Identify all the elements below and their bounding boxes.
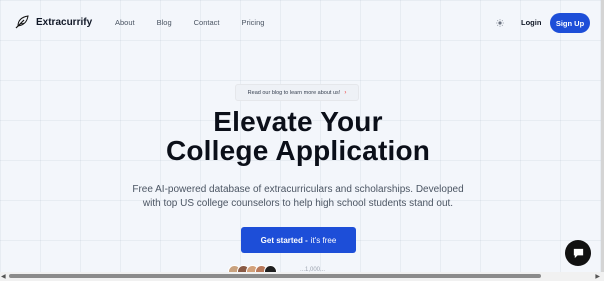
hero-subtitle: Free AI-powered database of extracurricu… <box>0 183 596 211</box>
cta-suffix: it's free <box>310 235 337 245</box>
horizontal-scrollbar[interactable]: ◀ ▶ <box>0 272 604 281</box>
sun-icon[interactable] <box>496 19 504 27</box>
cta-label: Get started - <box>260 235 308 245</box>
nav-link-about[interactable]: About <box>115 18 135 27</box>
scroll-left-icon[interactable]: ◀ <box>1 273 6 280</box>
nav-link-contact[interactable]: Contact <box>194 18 220 27</box>
brand-name: Extracurrify <box>36 16 93 28</box>
scrollbar-thumb[interactable] <box>9 274 541 278</box>
nav-menu: About Blog Contact Pricing <box>115 18 286 27</box>
hero-title-line1: Elevate Your <box>213 106 383 137</box>
scroll-right-icon[interactable]: ▶ <box>595 273 600 280</box>
announcement-text: Read our blog to learn more about us! <box>247 89 341 96</box>
nav-link-pricing[interactable]: Pricing <box>241 18 264 27</box>
arrow-right-icon: › <box>344 89 347 96</box>
chat-widget-button[interactable] <box>565 240 591 266</box>
nav-link-blog[interactable]: Blog <box>157 18 172 27</box>
signup-button[interactable]: Sign Up <box>550 13 590 33</box>
feather-icon <box>15 15 29 29</box>
hero-title: Elevate Your College Application <box>0 107 596 165</box>
get-started-button[interactable]: Get started - it's free <box>241 227 356 253</box>
login-link[interactable]: Login <box>521 18 541 27</box>
chat-bubble-icon <box>573 248 583 258</box>
hero-subtitle-line1: Free AI-powered database of extracurricu… <box>132 184 464 195</box>
announcement-pill[interactable]: Read our blog to learn more about us! › <box>235 84 359 101</box>
hero-title-line2: College Application <box>165 135 431 166</box>
top-navigation: Extracurrify About Blog Contact Pricing … <box>0 0 600 46</box>
hero-subtitle-line2: with top US college counselors to help h… <box>142 198 454 209</box>
brand-logo[interactable]: Extracurrify <box>14 14 92 30</box>
